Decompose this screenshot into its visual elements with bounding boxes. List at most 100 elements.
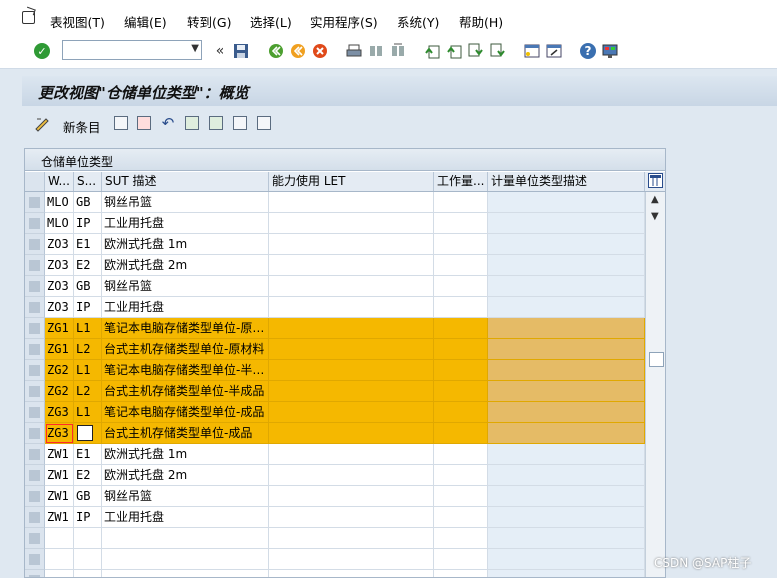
- cell-sut-desc[interactable]: 钢丝吊篮: [102, 276, 269, 297]
- cell-warehouse[interactable]: ZG1: [45, 318, 74, 339]
- cell-workload[interactable]: [434, 444, 488, 465]
- table-row[interactable]: ZW1 IP 工业用托盘: [25, 507, 645, 528]
- menu-edit[interactable]: 编辑(E): [124, 12, 167, 31]
- first-page-icon[interactable]: [424, 43, 440, 59]
- cell-capacity-let[interactable]: [269, 381, 434, 402]
- cell-workload[interactable]: [434, 507, 488, 528]
- select-all-icon[interactable]: [185, 116, 199, 130]
- table-row[interactable]: ZG1 L1 笔记本电脑存储类型单位-原…: [25, 318, 645, 339]
- cell-warehouse[interactable]: ZG3: [45, 423, 74, 444]
- cell-sut-desc[interactable]: 欧洲式托盘 1m: [102, 444, 269, 465]
- cell-workload[interactable]: [434, 423, 488, 444]
- row-selector[interactable]: [25, 381, 45, 402]
- scroll-thumb[interactable]: [649, 352, 664, 367]
- menu-table-view[interactable]: 表视图(T): [50, 12, 105, 31]
- enter-icon[interactable]: ✓: [34, 43, 50, 59]
- menu-help[interactable]: 帮助(H): [459, 12, 503, 31]
- table-row[interactable]: ZO3 E2 欧洲式托盘 2m: [25, 255, 645, 276]
- cell-warehouse[interactable]: ZO3: [45, 234, 74, 255]
- command-field[interactable]: ▼: [62, 40, 202, 60]
- header-workload[interactable]: 工作量...: [434, 172, 488, 191]
- cell-warehouse[interactable]: MLO: [45, 192, 74, 213]
- header-warehouse[interactable]: W...: [45, 172, 74, 191]
- cell-sut[interactable]: E2: [74, 255, 102, 276]
- cell-capacity-let[interactable]: [269, 528, 434, 549]
- cell-capacity-let[interactable]: [269, 297, 434, 318]
- cell-sut-desc[interactable]: 钢丝吊篮: [102, 192, 269, 213]
- table-row[interactable]: ZG2 L2 台式主机存储类型单位-半成品: [25, 381, 645, 402]
- cell-sut-desc[interactable]: 笔记本电脑存储类型单位-成品: [102, 402, 269, 423]
- cell-warehouse[interactable]: ZO3: [45, 276, 74, 297]
- table-settings-icon[interactable]: [648, 173, 663, 188]
- cell-workload[interactable]: [434, 213, 488, 234]
- cell-sut[interactable]: L2: [74, 381, 102, 402]
- row-selector[interactable]: [25, 465, 45, 486]
- table-row[interactable]: ZG2 L1 笔记本电脑存储类型单位-半…: [25, 360, 645, 381]
- row-selector[interactable]: [25, 297, 45, 318]
- cell-warehouse[interactable]: ZG3: [45, 402, 74, 423]
- cell-workload[interactable]: [434, 234, 488, 255]
- cell-sut[interactable]: L2: [74, 339, 102, 360]
- table-row[interactable]: MLO IP 工业用托盘: [25, 213, 645, 234]
- cell-workload[interactable]: [434, 318, 488, 339]
- layout-icon[interactable]: [602, 43, 618, 59]
- cell-capacity-let[interactable]: [269, 444, 434, 465]
- cell-workload[interactable]: [434, 339, 488, 360]
- cell-sut[interactable]: [74, 528, 102, 549]
- cell-warehouse[interactable]: MLO: [45, 213, 74, 234]
- table-row[interactable]: [25, 570, 645, 577]
- table-row[interactable]: [25, 549, 645, 570]
- cell-sut[interactable]: IP: [74, 507, 102, 528]
- cell-capacity-let[interactable]: [269, 234, 434, 255]
- table-row[interactable]: ZO3 E1 欧洲式托盘 1m: [25, 234, 645, 255]
- help-icon[interactable]: ?: [580, 43, 596, 59]
- table-row[interactable]: ZG3 台式主机存储类型单位-成品: [25, 423, 645, 444]
- cell-warehouse[interactable]: ZW1: [45, 465, 74, 486]
- cell-sut[interactable]: L1: [74, 360, 102, 381]
- cell-sut[interactable]: GB: [74, 276, 102, 297]
- menu-utilities[interactable]: 实用程序(S): [310, 12, 378, 31]
- row-selector[interactable]: [25, 486, 45, 507]
- cell-sut-desc[interactable]: 欧洲式托盘 2m: [102, 255, 269, 276]
- row-selector[interactable]: [25, 444, 45, 465]
- cell-capacity-let[interactable]: [269, 507, 434, 528]
- cell-sut[interactable]: [74, 570, 102, 577]
- cell-sut[interactable]: E1: [74, 234, 102, 255]
- cell-sut-desc[interactable]: 笔记本电脑存储类型单位-原…: [102, 318, 269, 339]
- cell-workload[interactable]: [434, 528, 488, 549]
- row-selector[interactable]: [25, 255, 45, 276]
- cell-capacity-let[interactable]: [269, 339, 434, 360]
- cell-workload[interactable]: [434, 360, 488, 381]
- row-selector[interactable]: [25, 339, 45, 360]
- cell-capacity-let[interactable]: [269, 486, 434, 507]
- header-capacity-let[interactable]: 能力使用 LET: [269, 172, 434, 191]
- cell-warehouse[interactable]: ZG2: [45, 381, 74, 402]
- vertical-scrollbar[interactable]: ▲ ▼: [645, 192, 665, 577]
- last-page-icon[interactable]: [490, 43, 506, 59]
- row-selector[interactable]: [25, 528, 45, 549]
- cell-workload[interactable]: [434, 570, 488, 577]
- print-field-icon[interactable]: [257, 116, 271, 130]
- cell-capacity-let[interactable]: [269, 570, 434, 577]
- shortcut-icon[interactable]: [546, 43, 562, 59]
- table-row[interactable]: ZG1 L2 台式主机存储类型单位-原材料: [25, 339, 645, 360]
- cell-sut-desc[interactable]: 笔记本电脑存储类型单位-半…: [102, 360, 269, 381]
- select-all-column[interactable]: [25, 172, 45, 191]
- cell-workload[interactable]: [434, 465, 488, 486]
- menu-selection[interactable]: 选择(L): [250, 12, 292, 31]
- scroll-down-icon[interactable]: ▼: [651, 211, 659, 222]
- table-row[interactable]: ZW1 GB 钢丝吊篮: [25, 486, 645, 507]
- cell-sut-desc[interactable]: 工业用托盘: [102, 297, 269, 318]
- chevron-down-icon[interactable]: ▼: [191, 43, 199, 54]
- cell-warehouse[interactable]: ZG2: [45, 360, 74, 381]
- cell-capacity-let[interactable]: [269, 423, 434, 444]
- cell-sut[interactable]: GB: [74, 486, 102, 507]
- collapse-icon[interactable]: «: [212, 43, 228, 59]
- header-sut-desc[interactable]: SUT 描述: [102, 172, 269, 191]
- system-menu-icon[interactable]: [22, 11, 35, 24]
- table-row[interactable]: ZW1 E1 欧洲式托盘 1m: [25, 444, 645, 465]
- row-selector[interactable]: [25, 213, 45, 234]
- prev-page-icon[interactable]: [446, 43, 462, 59]
- cell-capacity-let[interactable]: [269, 213, 434, 234]
- row-selector[interactable]: [25, 360, 45, 381]
